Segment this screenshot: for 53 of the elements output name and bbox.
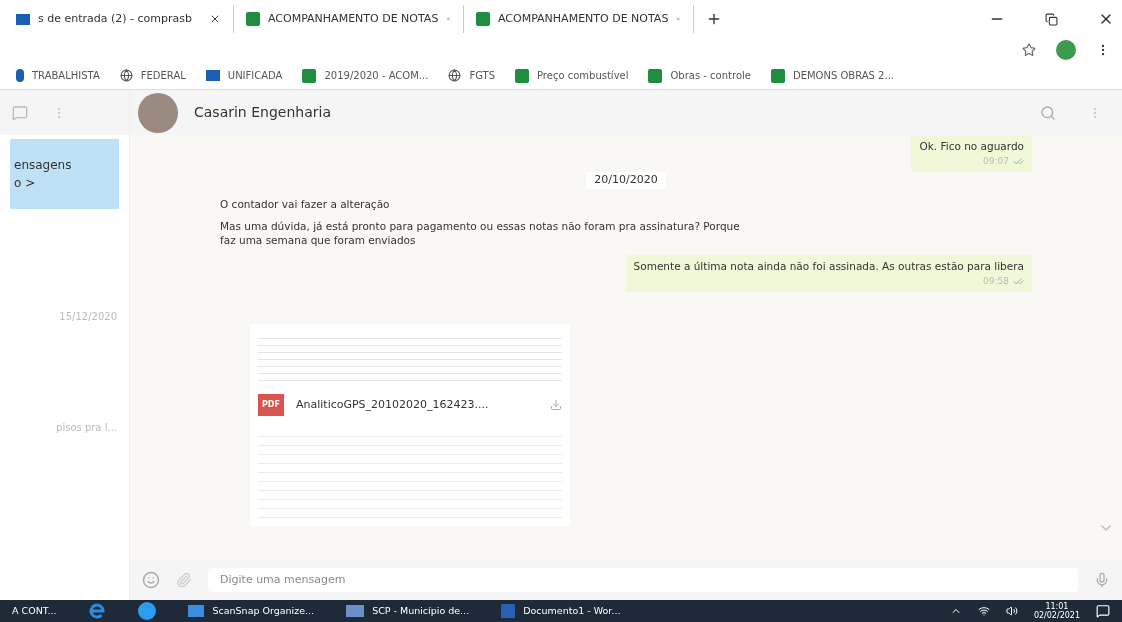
restore-icon[interactable] xyxy=(1045,12,1058,26)
bookmark[interactable]: Preço combustível xyxy=(515,68,629,83)
download-icon[interactable] xyxy=(550,399,562,411)
bookmark[interactable]: 2019/2020 - ACOM... xyxy=(302,68,429,83)
pdf-badge: PDF xyxy=(258,394,284,416)
word-icon xyxy=(501,604,516,618)
outgoing-message: Somente a última nota ainda não foi assinada. As outras estão para libera 09:58 xyxy=(625,254,1032,292)
incoming-message: Mas uma dúvida, já está pronto para pagamento ou essas notas não foram pra assinatura? Porque faz uma semana que foram enviados xyxy=(220,218,740,247)
spreadsheet-icon xyxy=(302,68,317,83)
bookmark[interactable]: Obras - controle xyxy=(648,68,751,83)
network-icon[interactable] xyxy=(977,605,990,617)
bookmark[interactable]: TRABALHISTA xyxy=(16,68,100,83)
globe-icon xyxy=(119,69,133,82)
spreadsheet-icon xyxy=(770,68,785,83)
envelope-icon xyxy=(16,13,30,25)
chat-preview-text: 15/12/2020 xyxy=(59,310,117,324)
bookmark[interactable]: FEDERAL xyxy=(119,68,186,83)
bookmark[interactable]: FGTS xyxy=(448,68,495,83)
spreadsheet-icon xyxy=(476,12,490,26)
envelope-icon xyxy=(205,70,220,81)
incoming-message: O contador vai fazer a alteração xyxy=(220,196,390,211)
taskbar-item[interactable]: SCP - Município de... xyxy=(338,603,478,619)
star-icon[interactable] xyxy=(1022,43,1036,57)
browser-icon[interactable] xyxy=(138,602,157,620)
chat-preview-text: pisos pra l... xyxy=(56,421,117,435)
globe-icon xyxy=(448,69,462,82)
speaker-icon[interactable] xyxy=(1005,605,1018,617)
contact-name: Casarin Engenharia xyxy=(194,103,331,122)
date-label: 20/10/2020 xyxy=(586,172,666,189)
logo-icon xyxy=(16,69,24,82)
taskbar-item[interactable]: A CONT... xyxy=(4,603,65,619)
file-name: AnaliticoGPS_20102020_162423.... xyxy=(295,396,490,413)
notification-icon[interactable] xyxy=(1096,604,1110,618)
outgoing-message: Ok. Fico no aguardo 09:07 xyxy=(911,135,1032,173)
taskbar-item[interactable]: ScanSnap Organize... xyxy=(180,603,323,619)
notification-banner[interactable]: ensagens o > xyxy=(10,139,119,209)
close-icon[interactable] xyxy=(209,13,221,25)
app-icon xyxy=(346,605,365,617)
spreadsheet-icon xyxy=(515,68,529,83)
message-input[interactable]: Digite uma mensagem xyxy=(208,567,1078,593)
bookmark[interactable]: UNIFICADA xyxy=(205,68,283,83)
bookmark[interactable]: DEMONS OBRAS 2... xyxy=(770,68,894,83)
banner-text: ensagens xyxy=(14,157,73,174)
spreadsheet-icon xyxy=(246,12,260,26)
clock[interactable]: 11:01 02/02/2021 xyxy=(1033,602,1080,620)
taskbar-item[interactable]: Documento1 - Wor... xyxy=(493,603,629,619)
banner-text: o > xyxy=(14,175,37,192)
browser-icon[interactable] xyxy=(88,602,107,620)
spreadsheet-icon xyxy=(648,68,663,83)
avatar[interactable] xyxy=(138,92,178,133)
profile-avatar[interactable] xyxy=(1056,40,1076,60)
new-tab-icon[interactable] xyxy=(706,11,722,27)
app-icon xyxy=(188,605,205,617)
